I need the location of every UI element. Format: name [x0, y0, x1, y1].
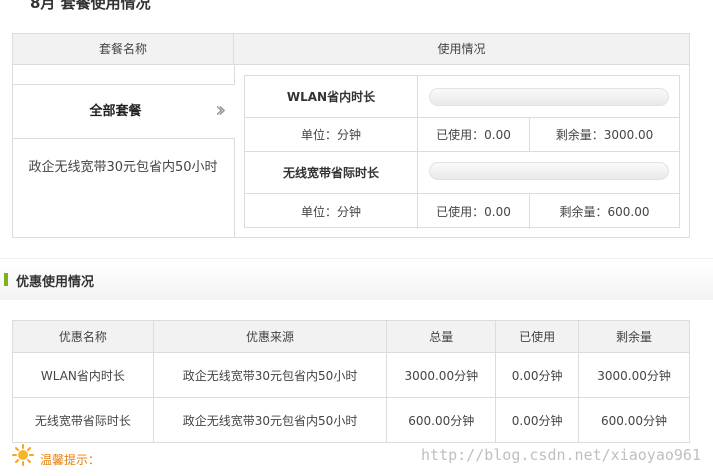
discount-used: 0.00分钟: [495, 352, 580, 398]
discount-total: 600.00分钟: [386, 397, 497, 443]
column-header: 总量: [386, 320, 497, 353]
usage-remaining: 剩余量：600.00: [559, 205, 650, 219]
discount-total: 3000.00分钟: [386, 352, 497, 398]
header-usage: 使用情况: [437, 42, 486, 56]
discount-table: 优惠名称 优惠来源 总量 已使用 剩余量 WLAN省内时长 政企无线宽带30元包…: [12, 320, 690, 443]
column-header: 优惠来源: [152, 320, 388, 353]
usage-detail: WLAN省内时长 单位：分钟 已使用：0.00 剩余量：3000.00 无线宽带…: [244, 75, 680, 229]
usage-used: 已使用：0.00: [418, 118, 530, 151]
sun-icon: [12, 444, 34, 466]
column-header: 剩余量: [578, 320, 690, 353]
usage-row: WLAN省内时长: [245, 76, 679, 118]
table-row: WLAN省内时长 政企无线宽带30元包省内50小时 3000.00分钟 0.00…: [12, 352, 690, 398]
package-table-header: 套餐名称 使用情况: [13, 34, 689, 65]
discount-name: WLAN省内时长: [12, 352, 154, 398]
usage-row: 单位：分钟 已使用：0.00 剩余量：3000.00: [245, 118, 679, 152]
usage-unit: 单位：分钟: [245, 118, 418, 151]
usage-item-name: 无线宽带省际时长: [245, 152, 418, 193]
watermark: http://blog.csdn.net/xiaoyao961: [421, 446, 701, 464]
header-package-name: 套餐名称: [13, 34, 234, 64]
usage-unit: 单位：分钟: [245, 194, 418, 229]
section-accent-bar: [4, 273, 8, 286]
discount-section-header: [0, 258, 713, 300]
usage-progress-bar: [429, 162, 669, 180]
discount-name: 无线宽带省际时长: [12, 397, 154, 443]
discount-remaining: 3000.00分钟: [578, 352, 690, 398]
discount-source: 政企无线宽带30元包省内50小时: [152, 352, 388, 398]
discount-remaining: 600.00分钟: [578, 397, 690, 443]
usage-remaining: 剩余量：3000.00: [555, 128, 654, 142]
usage-used: 已使用：0.00: [418, 194, 530, 229]
table-row: 无线宽带省际时长 政企无线宽带30元包省内50小时 600.00分钟 0.00分…: [12, 397, 690, 443]
usage-item-name: WLAN省内时长: [245, 76, 418, 117]
usage-row: 无线宽带省际时长: [245, 152, 679, 194]
discount-table-header: 优惠名称 优惠来源 总量 已使用 剩余量: [12, 320, 690, 353]
usage-progress-bar: [429, 88, 669, 106]
package-name-link[interactable]: 政企无线宽带30元包省内50小时: [23, 154, 223, 181]
tip-label: 温馨提示：: [40, 453, 101, 467]
usage-row: 单位：分钟 已使用：0.00 剩余量：600.00: [245, 194, 679, 229]
all-packages-label: 全部套餐: [89, 104, 142, 119]
discount-section-title: 优惠使用情况: [16, 275, 95, 290]
double-chevron-right-icon: ››: [215, 98, 226, 123]
package-table: 套餐名称 使用情况 全部套餐 ›› 政企无线宽带30元包省内50小时 WLAN省…: [12, 33, 690, 238]
discount-used: 0.00分钟: [495, 397, 580, 443]
column-header: 已使用: [495, 320, 580, 353]
page-title: 8月 套餐使用情况: [30, 0, 151, 12]
column-header: 优惠名称: [12, 320, 154, 353]
discount-source: 政企无线宽带30元包省内50小时: [152, 397, 388, 443]
all-packages-tab[interactable]: 全部套餐 ››: [13, 84, 235, 139]
